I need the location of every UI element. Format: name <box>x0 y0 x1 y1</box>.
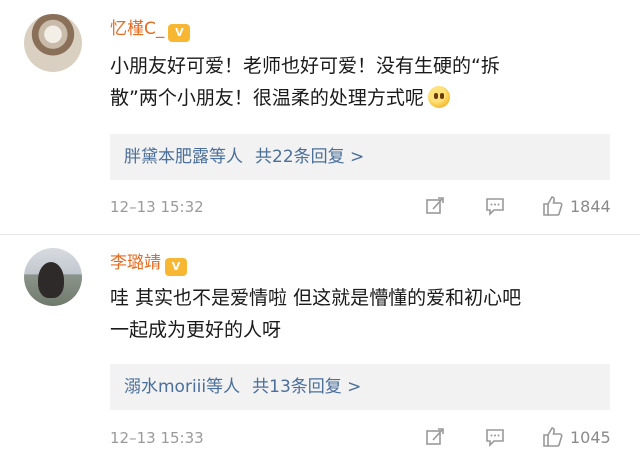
like-icon[interactable] <box>542 195 564 217</box>
share-icon[interactable] <box>424 195 446 217</box>
username-label[interactable]: 忆槿C_ <box>110 19 164 39</box>
avatar[interactable] <box>24 248 82 306</box>
share-icon[interactable] <box>424 426 446 448</box>
vip-badge-icon: V <box>165 258 187 276</box>
comment-text: 哇 其实也不是爱情啦 但这就是懵懂的爱和初心吧 一起成为更好的人呀 <box>110 282 610 346</box>
vip-badge-icon: V <box>168 24 191 42</box>
comment-text-line1: 小朋友好可爱！老师也好可爱！没有生硬的“拆 <box>110 55 500 77</box>
comment-text-line2: 一起成为更好的人呀 <box>110 319 282 341</box>
replies-count: 共13条回复 > <box>252 377 362 397</box>
username[interactable]: 李璐靖 V <box>110 248 187 276</box>
username-label[interactable]: 李璐靖 <box>110 253 161 273</box>
timestamp: 12–13 15:33 <box>110 429 204 447</box>
like-icon[interactable] <box>542 426 564 448</box>
replies-link[interactable]: 胖黛本肥露等人 共22条回复 > <box>110 134 610 180</box>
avatar[interactable] <box>24 14 82 72</box>
comment-text-line2: 散”两个小朋友！很温柔的处理方式呢 <box>110 82 610 114</box>
smiling-face-emoji-icon <box>427 86 450 108</box>
comment-meta: 12–13 15:32 1844 <box>110 195 620 219</box>
replies-count: 共22条回复 > <box>255 147 365 167</box>
comment-text: 小朋友好可爱！老师也好可爱！没有生硬的“拆 散”两个小朋友！很温柔的处理方式呢 <box>110 50 610 114</box>
timestamp: 12–13 15:32 <box>110 198 204 216</box>
comment-icon[interactable] <box>484 426 506 448</box>
comment-meta: 12–13 15:33 1045 <box>110 426 620 450</box>
like-count: 1045 <box>570 428 611 447</box>
comment-divider <box>0 234 640 235</box>
replies-users: 胖黛本肥露等人 <box>124 147 243 167</box>
replies-users: 溺水moriii等人 <box>124 377 241 397</box>
like-count: 1844 <box>570 197 611 216</box>
username[interactable]: 忆槿C_ V <box>110 14 191 42</box>
replies-link[interactable]: 溺水moriii等人 共13条回复 > <box>110 364 610 410</box>
comment-icon[interactable] <box>484 195 506 217</box>
comment-text-line1: 哇 其实也不是爱情啦 但这就是懵懂的爱和初心吧 <box>110 287 522 309</box>
